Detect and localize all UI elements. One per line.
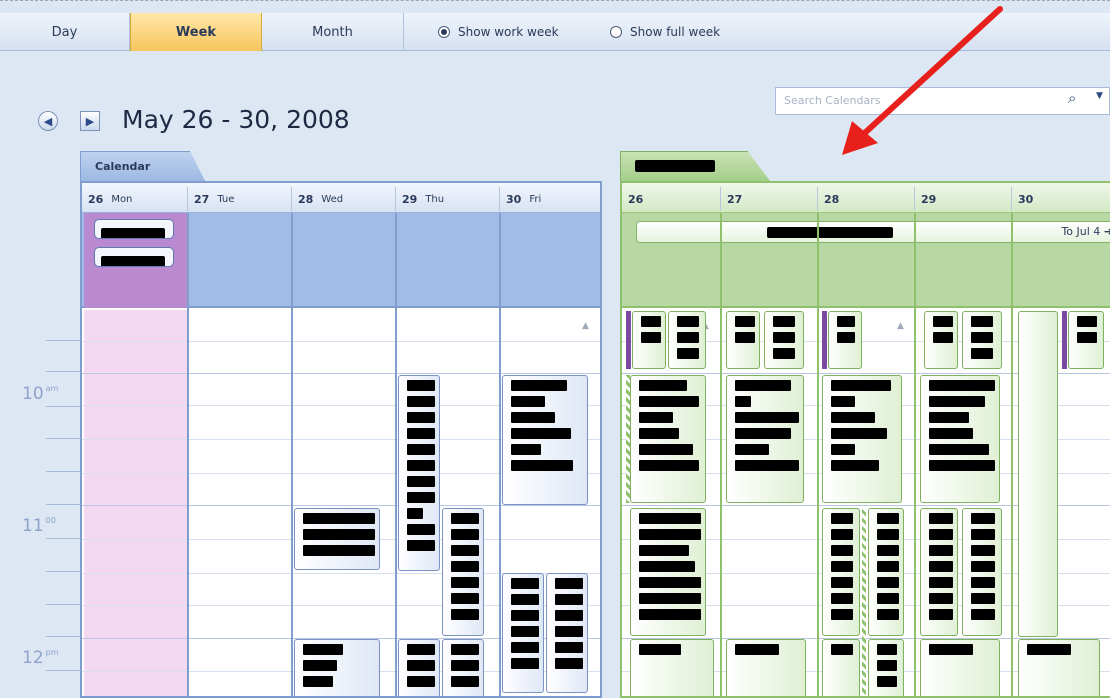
scroll-up-icon[interactable]: ▲	[897, 321, 904, 331]
appointment[interactable]	[920, 639, 1000, 696]
day-header-fri[interactable]: 30 Fri	[499, 187, 600, 211]
appointment[interactable]	[920, 375, 1000, 503]
day-header-29[interactable]: 29	[914, 187, 1011, 211]
search-icon[interactable]: ⌕	[1068, 89, 1076, 107]
appointment[interactable]	[726, 375, 804, 503]
show-work-week-radio[interactable]: Show work week	[438, 13, 559, 51]
appointment[interactable]	[632, 311, 666, 369]
tab-day[interactable]: Day	[0, 13, 130, 51]
date-range-title: May 26 - 30, 2008	[122, 105, 350, 134]
shared-calendar-tab[interactable]	[620, 151, 770, 181]
appointment[interactable]	[630, 375, 706, 503]
tab-month[interactable]: Month	[262, 13, 404, 51]
appointment[interactable]	[726, 639, 806, 696]
show-full-week-label: Show full week	[630, 25, 721, 39]
time-label-12: 12 pm	[22, 648, 59, 668]
shared-calendar-pane: 26 27 28 29 30 To Jul 4 ➜ ▲ ▲	[620, 181, 1110, 698]
show-full-week-radio[interactable]: Show full week	[610, 13, 720, 51]
search-dropdown-icon[interactable]: ▼	[1096, 91, 1103, 101]
appointment[interactable]	[924, 311, 958, 369]
radio-selected-icon	[438, 26, 450, 38]
appointment[interactable]	[630, 508, 706, 636]
appointment[interactable]	[920, 508, 958, 636]
time-ruler: 10 am 11 00 12 pm	[0, 308, 80, 698]
appointment[interactable]	[294, 508, 380, 570]
day-header-30[interactable]: 30	[1011, 187, 1108, 211]
appointment[interactable]	[726, 311, 760, 369]
multi-day-appointment[interactable]: To Jul 4 ➜	[636, 221, 1110, 243]
back-arrow-icon[interactable]: ◀	[38, 111, 58, 131]
view-toolbar: Day Week Month Show work week Show full …	[0, 13, 1110, 51]
appointment[interactable]	[822, 639, 860, 696]
radio-unselected-icon	[610, 26, 622, 38]
appointment[interactable]	[442, 639, 484, 696]
appointment[interactable]	[828, 311, 862, 369]
appointment[interactable]	[546, 573, 588, 693]
outlook-calendar-window: Day Week Month Show work week Show full …	[0, 0, 1110, 698]
time-label-11: 11 00	[22, 516, 56, 536]
appointment[interactable]	[962, 311, 1002, 369]
scroll-up-icon[interactable]: ▲	[582, 321, 589, 331]
calendar-tab[interactable]: Calendar	[80, 151, 205, 181]
search-calendars-input[interactable]: Search Calendars	[775, 87, 1110, 115]
appointment[interactable]	[668, 311, 706, 369]
day-header-28[interactable]: 28	[817, 187, 914, 211]
appointment[interactable]	[868, 508, 904, 636]
appointment[interactable]	[630, 639, 714, 696]
appointment[interactable]	[294, 639, 380, 696]
appointment[interactable]	[1068, 311, 1104, 369]
day-header-mon[interactable]: 26 Mon	[82, 187, 187, 211]
appointment[interactable]	[822, 375, 902, 503]
allday-appointment[interactable]	[94, 247, 174, 267]
appointment[interactable]	[764, 311, 804, 369]
appointment[interactable]	[1018, 639, 1100, 696]
day-header-thu[interactable]: 29 Thu	[395, 187, 499, 211]
appointment[interactable]	[398, 375, 440, 571]
day-header-wed[interactable]: 28 Wed	[291, 187, 395, 211]
continues-label: To Jul 4 ➜	[1061, 225, 1110, 238]
show-work-week-label: Show work week	[458, 25, 559, 39]
day-header-row: 26 Mon 27 Tue 28 Wed 29 Thu 30 Fri	[82, 183, 600, 213]
allday-appointment[interactable]	[94, 219, 174, 239]
appointment[interactable]	[398, 639, 440, 696]
appointment[interactable]	[442, 508, 484, 636]
appointment[interactable]	[962, 508, 1002, 636]
day-header-row: 26 27 28 29 30	[622, 183, 1110, 213]
appointment[interactable]	[1018, 311, 1058, 637]
appointment[interactable]	[502, 573, 544, 693]
appointment[interactable]	[502, 375, 588, 505]
appointment[interactable]	[868, 639, 904, 696]
day-header-tue[interactable]: 27 Tue	[187, 187, 291, 211]
forward-arrow-icon[interactable]: ▶	[80, 111, 100, 131]
appointment[interactable]	[822, 508, 860, 636]
day-header-26[interactable]: 26	[622, 187, 720, 211]
day-header-27[interactable]: 27	[720, 187, 817, 211]
calendar-pane: 26 Mon 27 Tue 28 Wed 29 Thu 30 Fri ▲	[80, 181, 602, 698]
time-label-10: 10 am	[22, 384, 59, 404]
tab-week[interactable]: Week	[130, 13, 262, 51]
